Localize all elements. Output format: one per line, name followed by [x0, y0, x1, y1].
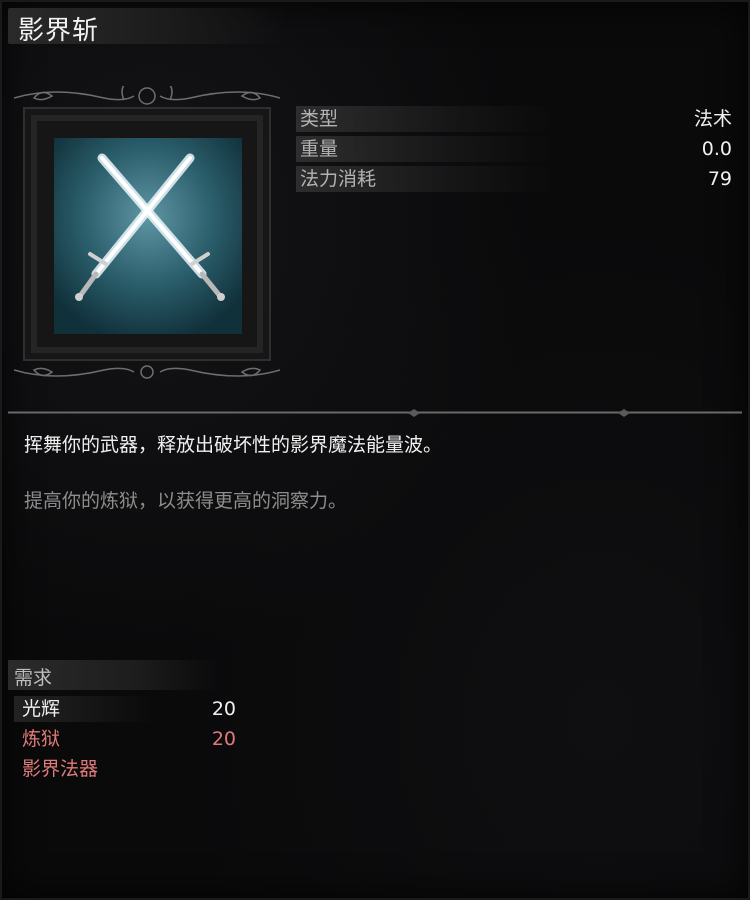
ornate-frame — [14, 86, 280, 379]
requirement-value: 20 — [211, 728, 236, 750]
section-divider — [8, 409, 742, 417]
stat-value: 0.0 — [701, 138, 732, 160]
stat-value: 法术 — [693, 108, 732, 130]
ornament-top — [14, 86, 280, 105]
requirement-inferno: 炼狱 20 — [14, 724, 244, 754]
ornament-bottom — [14, 365, 280, 379]
requirement-label: 光辉 — [22, 698, 61, 720]
requirement-label: 炼狱 — [22, 728, 61, 750]
requirement-radiance: 光辉 20 — [14, 694, 244, 724]
stats-list: 类型 法术 重量 0.0 法力消耗 79 — [296, 104, 738, 194]
spell-icon-frame — [14, 86, 280, 382]
stat-label: 重量 — [300, 138, 339, 160]
stat-row-mana-cost: 法力消耗 79 — [296, 164, 738, 194]
requirements-list: 光辉 20 炼狱 20 影界法器 — [14, 694, 244, 784]
spell-lore: 提高你的炼狱，以获得更高的洞察力。 — [24, 490, 348, 512]
tooltip-panel: 影界斩 类型 法术 重量 0.0 法力消耗 79 挥舞你的武器，释放出破坏性的影… — [0, 0, 750, 900]
requirement-umbral-catalyst: 影界法器 — [14, 754, 244, 784]
stat-label: 法力消耗 — [300, 168, 377, 190]
spell-icon-bg — [54, 138, 242, 334]
stat-row-weight: 重量 0.0 — [296, 134, 738, 164]
requirement-label: 影界法器 — [22, 758, 99, 780]
requirement-value: 20 — [211, 698, 236, 720]
requirements-title: 需求 — [14, 667, 53, 689]
spell-name: 影界斩 — [18, 16, 100, 46]
stat-label: 类型 — [300, 108, 339, 130]
stat-value: 79 — [707, 168, 732, 190]
spell-description: 挥舞你的武器，释放出破坏性的影界魔法能量波。 — [24, 434, 443, 456]
stat-row-type: 类型 法术 — [296, 104, 738, 134]
